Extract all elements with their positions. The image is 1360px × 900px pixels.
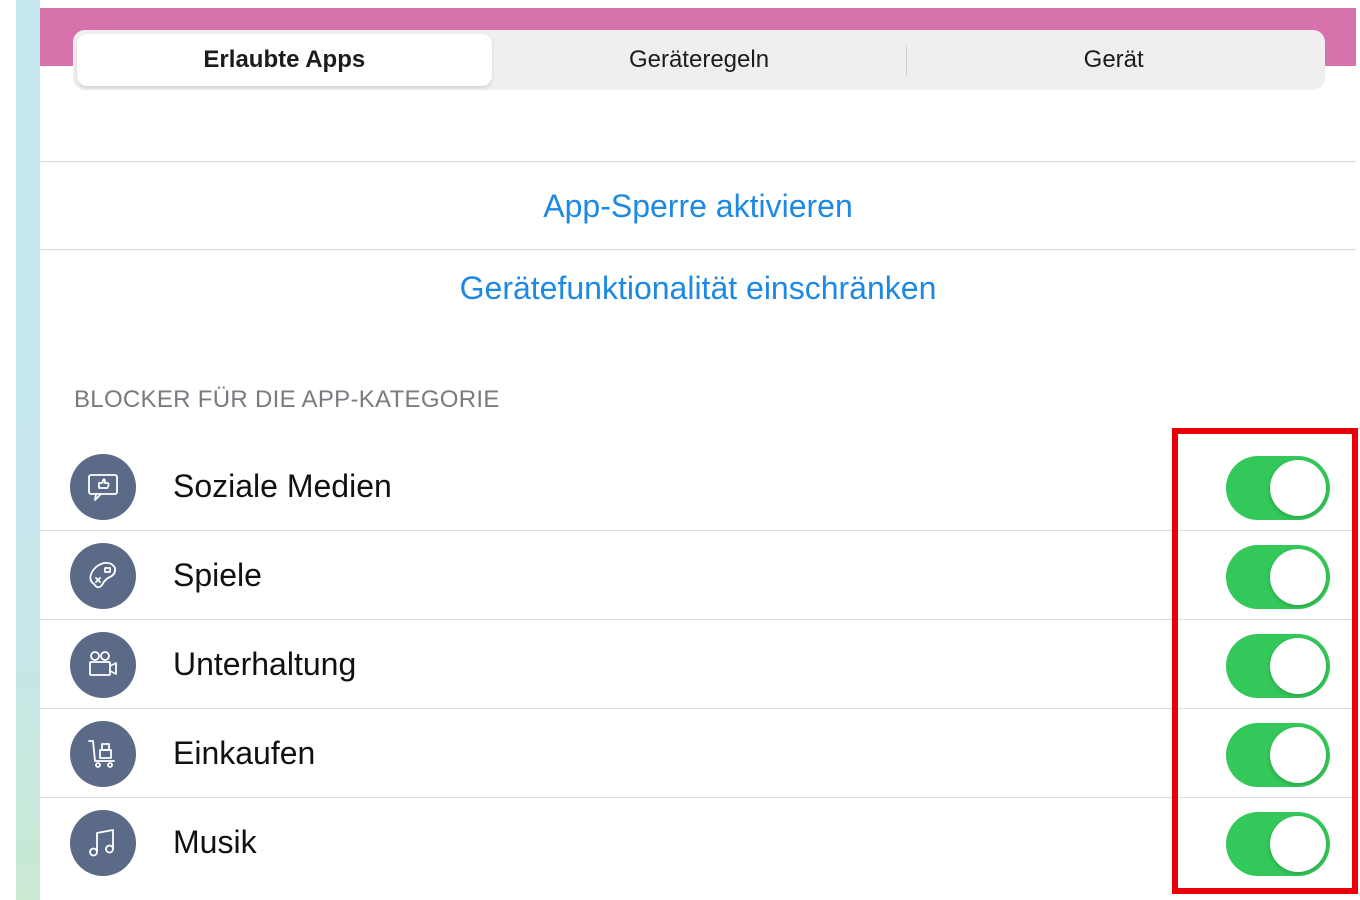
app-lock-link-label: App-Sperre aktivieren	[543, 187, 853, 224]
section-header: BLOCKER FÜR DIE APP-KATEGORIE	[74, 386, 500, 413]
tab-label: Geräteregeln	[628, 46, 770, 73]
tab-device-rules[interactable]: Geräteregeln	[492, 34, 907, 86]
category-label: Musik	[173, 824, 257, 860]
category-label: Spiele	[173, 557, 262, 593]
music-note-icon	[70, 810, 136, 876]
category-row-music: Musik	[40, 798, 1356, 887]
tab-label: Gerät	[1083, 46, 1144, 73]
tab-device[interactable]: Gerät	[906, 34, 1321, 86]
category-row-entertainment: Unterhaltung	[40, 620, 1356, 709]
category-row-shopping: Einkaufen	[40, 709, 1356, 798]
category-label: Soziale Medien	[173, 468, 392, 504]
social-media-icon	[70, 454, 136, 520]
side-strip	[16, 0, 40, 900]
category-row-games: Spiele	[40, 531, 1356, 620]
category-label: Unterhaltung	[173, 646, 357, 682]
video-camera-icon	[70, 632, 136, 698]
highlight-box	[1172, 428, 1358, 894]
main-content: Erlaubte Apps Geräteregeln Gerät App-Spe…	[40, 8, 1356, 900]
restrict-device-link-label: Gerätefunktionalität einschränken	[459, 269, 937, 306]
tab-allowed-apps[interactable]: Erlaubte Apps	[77, 34, 492, 86]
shopping-cart-icon	[70, 721, 136, 787]
category-label: Einkaufen	[173, 735, 316, 771]
category-row-social-media: Soziale Medien	[40, 442, 1356, 531]
tab-label: Erlaubte Apps	[203, 46, 366, 73]
segmented-control: Erlaubte Apps Geräteregeln Gerät	[73, 30, 1325, 90]
app-lock-link[interactable]: App-Sperre aktivieren	[40, 162, 1356, 250]
restrict-device-link[interactable]: Gerätefunktionalität einschränken	[40, 244, 1356, 332]
game-controller-icon	[70, 543, 136, 609]
